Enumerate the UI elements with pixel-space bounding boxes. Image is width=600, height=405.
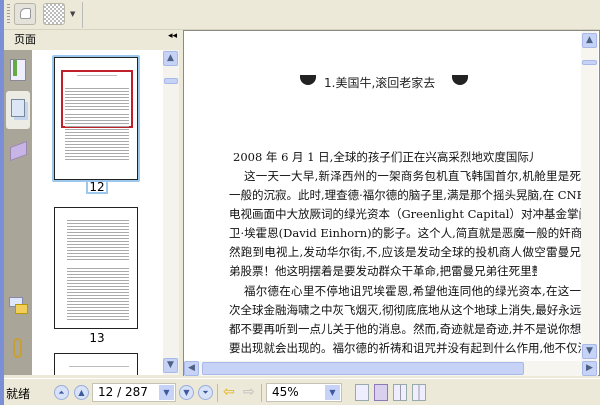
first-page-button[interactable]: ⏶ — [54, 385, 69, 400]
thumbnail-page-13[interactable] — [54, 207, 138, 329]
continuous-view-button[interactable] — [374, 384, 388, 401]
text-line: 福尔德在心里不停地诅咒埃霍恩,希望他连同他的绿光资本,在这一 — [244, 284, 581, 298]
snapshot-icon — [20, 8, 31, 19]
text-line: 然跑到电视上,发动华尔街,不,应该是发动全球的投机商人做空雷曼兄 — [229, 245, 581, 259]
toolbar-grip[interactable] — [7, 4, 10, 24]
last-page-button[interactable]: ⏷ — [198, 385, 213, 400]
thumbnail-page-12[interactable] — [54, 57, 138, 180]
zoom-field[interactable]: 45% ▼ — [266, 383, 342, 402]
panel-header: 页面 ◂◂ — [4, 30, 182, 46]
chapter-title: 1.美国牛,滚回老家去 — [324, 76, 436, 90]
scrollbar-thumb[interactable] — [164, 78, 178, 84]
scroll-down-icon[interactable]: ▼ — [582, 344, 597, 359]
scroll-down-icon[interactable]: ▼ — [163, 358, 178, 373]
scrollbar-thumb[interactable] — [582, 60, 597, 65]
text-line: 要出现就会出现的。福尔德的祈祷和诅咒并没有起到什么作用,他不仅没有 — [229, 341, 581, 355]
attachments-tab[interactable] — [6, 335, 30, 365]
status-text: 就绪 — [6, 387, 31, 401]
background-pattern-button[interactable] — [43, 3, 65, 25]
previous-page-button[interactable]: ▲ — [74, 385, 89, 400]
title-ornament-right — [452, 75, 468, 85]
zoom-value: 45% — [272, 385, 299, 399]
paperclip-icon — [13, 338, 22, 358]
thumbnail-page-14[interactable] — [54, 353, 138, 375]
toolbar: ▼ — [4, 0, 600, 30]
horizontal-scrollbar[interactable]: ◀ ▶ — [184, 361, 598, 376]
collapse-panel-icon[interactable]: ◂◂ — [168, 31, 177, 41]
thumbnail-scrollbar[interactable]: ▲ ▼ — [163, 50, 179, 375]
page-number-value: 12 / 287 — [98, 385, 148, 399]
panel-title: 页面 — [14, 33, 36, 46]
scroll-right-icon[interactable]: ▶ — [582, 361, 597, 376]
thumbnail-label-12: 12 — [86, 180, 108, 194]
panel-tabs — [4, 50, 32, 375]
dropdown-arrow-icon[interactable]: ▼ — [70, 10, 75, 18]
scrollbar-thumb[interactable] — [202, 362, 524, 375]
bookmark-icon — [10, 59, 26, 81]
layers-icon — [10, 140, 27, 162]
next-page-button[interactable]: ▼ — [179, 385, 194, 400]
layers-tab[interactable] — [6, 138, 30, 168]
scroll-up-icon[interactable]: ▲ — [163, 51, 178, 66]
single-page-view-button[interactable] — [355, 384, 369, 401]
title-ornament-left — [300, 75, 316, 85]
toolbar-divider — [82, 2, 83, 28]
scroll-left-icon[interactable]: ◀ — [184, 361, 199, 376]
thumbnail-label-13: 13 — [89, 331, 105, 345]
document-page: 1.美国牛,滚回老家去 2008 年 6 月 1 日,全球的孩子们正在兴高采烈地… — [184, 31, 581, 361]
comments-tab[interactable] — [6, 295, 30, 325]
chevron-down-icon[interactable]: ▼ — [325, 385, 340, 400]
divider — [261, 384, 262, 402]
forward-arrow-icon[interactable]: ⇨ — [243, 384, 255, 400]
facing-view-button[interactable] — [393, 384, 407, 401]
bookmarks-tab[interactable] — [6, 56, 30, 86]
text-line: 卫·埃霍恩(David Einhorn)的影子。这个人,简直就是恶魔一般的奸商,… — [229, 226, 581, 240]
pages-tab[interactable] — [6, 91, 30, 129]
text-line: 电视画面中大放厥词的绿光资本（Greenlight Capital）对冲基金掌门… — [229, 207, 581, 221]
snapshot-tool-button[interactable] — [14, 3, 36, 25]
document-view: 1.美国牛,滚回老家去 2008 年 6 月 1 日,全球的孩子们正在兴高采烈地… — [183, 30, 600, 376]
chevron-down-icon[interactable]: ▼ — [159, 385, 174, 400]
text-line: 次全球金融海啸之中灰飞烟灭,彻彻底底地从这个地球上消失,最好永远 — [229, 303, 581, 317]
pages-icon — [11, 99, 25, 117]
continuous-facing-view-button[interactable] — [412, 384, 426, 401]
text-line: 都不要再听到一点儿关于他的消息。然而,奇迹就是奇迹,并不是说你想 — [229, 322, 581, 336]
text-line: 一般的沉寂。此时,理查德·福尔德的脑子里,满是那个摇头晃脑,在 CNBC — [229, 188, 581, 202]
page-number-field[interactable]: 12 / 287 ▼ — [92, 383, 176, 402]
text-line: 2008 年 6 月 1 日,全球的孩子们正在兴高采烈地欢度国际儿童节。 — [233, 150, 533, 164]
back-arrow-icon[interactable]: ⇦ — [223, 384, 235, 400]
text-line: 弟股票！他这明摆着是要发动群众干革命,把雷曼兄弟往死里整！ — [229, 264, 537, 278]
scroll-up-icon[interactable]: ▲ — [582, 33, 597, 48]
text-line: 这一天一大早,新泽西州的一架商务包机直飞韩国首尔,机舱里是死 — [244, 169, 581, 183]
status-bar: 就绪 ⏶ ▲ 12 / 287 ▼ ▼ ⏷ ⇦ ⇨ 45% ▼ — [4, 378, 600, 405]
divider — [217, 384, 218, 402]
vertical-scrollbar[interactable]: ▲ ▼ — [581, 31, 598, 361]
thumbnail-list: 12 13 — [32, 50, 163, 375]
